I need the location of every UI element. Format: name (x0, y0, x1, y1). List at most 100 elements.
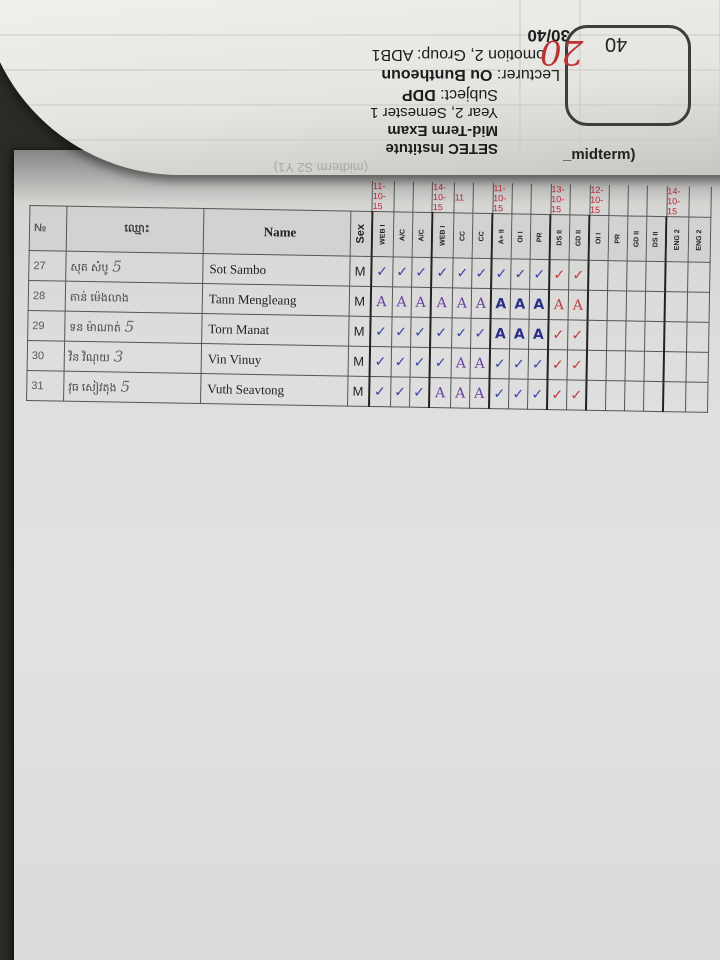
attendance-mark: A (469, 378, 490, 409)
attendance-mark (685, 381, 709, 413)
session-column-header: GD II (627, 215, 647, 262)
attendance-mark (626, 260, 647, 292)
attendance-mark (686, 321, 710, 353)
attendance-mark (644, 351, 665, 382)
session-date (393, 181, 414, 213)
session-column-header: DS II (646, 216, 667, 262)
row-number: 30 (27, 340, 65, 372)
khmer-name-text: តាន់ ម៉េងលាង (69, 291, 129, 305)
attendance-mark: ✓ (548, 319, 569, 350)
session-date (530, 183, 551, 215)
khmer-name-text: វុធ សៀវតុង (68, 381, 117, 395)
session-column-header: OI I (588, 215, 609, 261)
attendance-mark: A (470, 348, 491, 379)
attendance-mark: A (391, 286, 412, 318)
student-name: Torn Manat (201, 313, 350, 347)
attendance-mark (663, 381, 687, 412)
student-sex: M (349, 256, 372, 287)
attendance-mark: ✓ (568, 259, 589, 291)
attendance-mark: A (430, 287, 453, 318)
attendance-mark: A (509, 318, 530, 350)
attendance-mark: ✓ (529, 259, 550, 290)
attendance-mark: ✓ (489, 378, 510, 409)
attendance-mark: A (370, 286, 393, 317)
attendance-mark (643, 381, 664, 412)
attendance-mark: A (529, 289, 550, 320)
session-date: 11-10-15 (371, 180, 395, 212)
attendance-mark: A (410, 287, 431, 318)
attendance-mark: ✓ (547, 379, 568, 410)
student-sex: M (347, 376, 370, 407)
attendance-mark: ✓ (411, 257, 432, 288)
session-date (472, 182, 493, 214)
header-khmer-name: ឈ្មោះ (66, 206, 204, 254)
session-date: 14-10-15 (666, 186, 690, 218)
attendance-mark: A (528, 319, 549, 350)
session-column-header: A+ II (491, 213, 512, 259)
session-date (511, 183, 532, 215)
attendance-mark: ✓ (527, 379, 548, 410)
attendance-mark (626, 290, 646, 322)
session-column-header: DS II (549, 214, 570, 260)
attendance-mark (588, 260, 609, 291)
attendance-mark: ✓ (409, 347, 430, 378)
attendance-mark: ✓ (510, 258, 531, 290)
attendance-mark: ✓ (391, 316, 411, 348)
session-column-header: A/C (392, 211, 413, 258)
promotion-group: omotion 2, Group: ADB1 (371, 46, 545, 63)
attendance-mark: A (548, 289, 569, 320)
attendance-mark: ✓ (368, 376, 391, 407)
session-column-header: ENG 2 (688, 217, 711, 263)
attendance-mark: ✓ (509, 348, 529, 380)
student-name: Tann Mengleang (202, 283, 350, 317)
attendance-mark: ✓ (489, 348, 510, 379)
attendance-mark (665, 261, 689, 292)
attendance-table-wrap: 11-10-15 14-10-15 11 11-10-15 13-10-15 12-10-… (26, 175, 712, 413)
khmer-name-text: ទន ម៉ាណាត់ (69, 321, 121, 335)
handwritten-mark: 5 (124, 317, 135, 336)
attendance-mark: A (568, 289, 589, 321)
attendance-mark: ✓ (369, 316, 392, 347)
khmer-name: វិន វិណុយ 3 (64, 341, 202, 374)
attendance-mark: ✓ (410, 317, 431, 348)
row-number: 31 (26, 370, 65, 402)
subject-line: Subject: DDP (401, 86, 498, 103)
attendance-mark: ✓ (409, 377, 430, 408)
attendance-mark (644, 321, 665, 352)
attendance-mark: ✓ (392, 256, 412, 288)
attendance-mark (625, 350, 645, 382)
attendance-mark (587, 320, 608, 351)
khmer-name: សុត សំបូ 5 (65, 251, 204, 284)
session-date: 14-10-15 (432, 182, 455, 213)
attendance-mark: A (428, 377, 452, 408)
student-name: Vin Vinuy (201, 343, 349, 377)
attendance-mark (624, 380, 645, 412)
faded-heading: (midterm S2 Y1) (273, 160, 368, 175)
attendance-mark (687, 261, 711, 293)
attendance-mark: ✓ (369, 346, 392, 377)
khmer-name: វុធ សៀវតុង 5 (63, 371, 202, 404)
attendance-mark (606, 350, 626, 381)
attendance-mark: ✓ (549, 259, 570, 290)
attendance-mark (664, 291, 688, 322)
handwritten-score: 20 (540, 32, 584, 72)
row-number: 29 (27, 310, 66, 342)
attendance-mark: ✓ (390, 346, 411, 378)
attendance-mark: A (490, 288, 511, 319)
institute-name: SETEC Institute (385, 140, 498, 157)
attendance-mark (687, 291, 710, 323)
attendance-mark: ✓ (567, 319, 588, 351)
attendance-mark: A (450, 377, 471, 409)
attendance-mark: ✓ (528, 349, 549, 380)
attendance-mark: ✓ (430, 257, 454, 288)
attendance-mark: A (451, 347, 471, 379)
student-sex: M (348, 316, 371, 347)
attendance-mark: A (452, 287, 472, 319)
attendance-mark: ✓ (567, 349, 588, 381)
session-column-header: GD II (569, 214, 590, 261)
attendance-mark: ✓ (429, 317, 453, 348)
attendance-mark (607, 290, 627, 321)
attendance-table: 11-10-15 14-10-15 11 11-10-15 13-10-15 12-10-… (26, 175, 712, 413)
attendance-mark: ✓ (452, 257, 473, 289)
session-date (412, 181, 433, 213)
